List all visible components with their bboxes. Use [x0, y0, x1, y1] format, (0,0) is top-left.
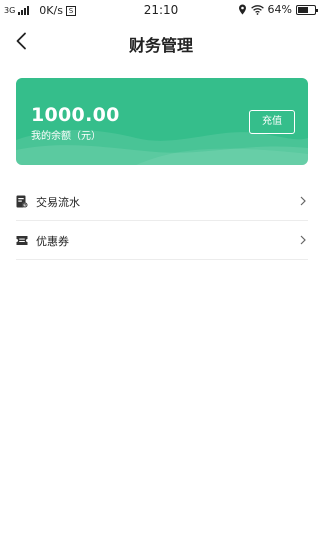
battery-percent: 64%: [267, 3, 292, 16]
battery-icon: [296, 4, 318, 15]
chevron-right-icon: [300, 235, 306, 245]
status-bar: 3G 0K/s S 21:10 64%: [0, 0, 322, 22]
page-title: 财务管理: [128, 36, 193, 55]
battery-level: [298, 6, 308, 13]
location-icon: [238, 4, 246, 15]
wifi-icon: [250, 4, 264, 15]
navigation-bar: 财务管理: [0, 22, 322, 62]
balance-amount: 1000.00: [31, 104, 120, 126]
menu-item-label: 优惠券: [36, 235, 69, 248]
menu-item-coupons[interactable]: 优惠券: [16, 221, 308, 260]
chevron-right-icon: [300, 196, 306, 206]
recharge-button[interactable]: 充值: [249, 110, 295, 134]
status-bar-right: 64%: [238, 3, 318, 16]
finance-menu: 交易流水 优惠券: [16, 182, 308, 260]
receipt-icon: [16, 195, 28, 208]
coupon-icon: [16, 236, 28, 245]
menu-item-transactions[interactable]: 交易流水: [16, 182, 308, 221]
balance-card: 1000.00 我的余额（元） 充值: [16, 78, 308, 165]
balance-label: 我的余额（元）: [31, 131, 101, 142]
menu-item-label: 交易流水: [36, 196, 80, 209]
